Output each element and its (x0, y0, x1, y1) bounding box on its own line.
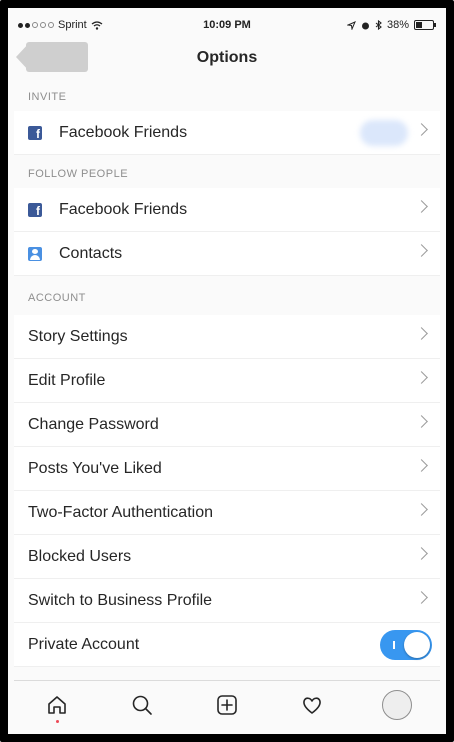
chevron-right-icon (415, 459, 428, 472)
row-label: Private Account (28, 635, 140, 653)
row-label: Two-Factor Authentication (28, 503, 213, 521)
row-label: Story Settings (28, 327, 128, 345)
battery-icon (414, 20, 436, 30)
active-indicator-dot (55, 719, 59, 723)
profile-avatar (382, 689, 413, 720)
row-label: Contacts (59, 244, 123, 262)
tab-search[interactable] (122, 685, 162, 725)
tab-activity[interactable] (292, 685, 332, 725)
blocked-users-row[interactable]: Blocked Users (14, 535, 440, 579)
chevron-right-icon (415, 244, 428, 257)
bottom-tab-bar (14, 680, 440, 728)
chevron-right-icon (415, 200, 428, 213)
row-label: Switch to Business Profile (28, 591, 213, 609)
bluetooth-icon (375, 20, 382, 30)
follow-contacts-row[interactable]: Contacts (14, 232, 440, 276)
row-label: Posts You've Liked (28, 459, 162, 477)
status-bar: Sprint 10:09 PM 38% (14, 14, 440, 36)
invite-facebook-friends-row[interactable]: f Facebook Friends (14, 111, 440, 155)
chevron-right-icon (415, 503, 428, 516)
row-label: Edit Profile (28, 371, 106, 389)
search-icon (132, 695, 152, 715)
private-account-toggle[interactable] (380, 630, 432, 660)
facebook-icon: f (28, 125, 42, 140)
follow-facebook-friends-row[interactable]: f Facebook Friends (14, 188, 440, 232)
chevron-right-icon (415, 327, 428, 340)
chevron-right-icon (415, 591, 428, 604)
status-right: 38% (346, 19, 436, 31)
section-header-follow-people: FOLLOW PEOPLE (14, 155, 440, 188)
row-label: Facebook Friends (59, 123, 188, 141)
blurred-badge (360, 120, 408, 146)
row-label: Change Password (28, 415, 159, 433)
edit-profile-row[interactable]: Edit Profile (14, 359, 440, 403)
location-icon (346, 20, 356, 30)
battery-percent: 38% (386, 19, 409, 31)
change-password-row[interactable]: Change Password (14, 403, 440, 447)
page-title: Options (196, 49, 258, 66)
tab-profile[interactable] (377, 685, 417, 725)
home-icon (47, 695, 66, 714)
device-frame: Sprint 10:09 PM 38% Options INVITE f Fac… (0, 0, 454, 742)
add-post-icon (217, 694, 237, 715)
posts-liked-row[interactable]: Posts You've Liked (14, 447, 440, 491)
facebook-icon: f (28, 202, 42, 217)
section-header-account: ACCOUNT (14, 276, 440, 315)
story-settings-row[interactable]: Story Settings (14, 315, 440, 359)
chevron-right-icon (415, 371, 428, 384)
tab-home[interactable] (37, 685, 77, 725)
contacts-icon (28, 246, 42, 261)
options-list: INVITE f Facebook Friends FOLLOW PEOPLE … (14, 78, 440, 667)
private-account-row: Private Account (14, 623, 440, 667)
switch-to-business-profile-row[interactable]: Switch to Business Profile (14, 579, 440, 623)
row-label: Facebook Friends (59, 200, 188, 218)
activity-heart-icon (303, 696, 322, 714)
alarm-icon (361, 22, 369, 29)
chevron-right-icon (415, 415, 428, 428)
tab-new-post[interactable] (207, 685, 247, 725)
chevron-right-icon (415, 547, 428, 560)
section-header-invite: INVITE (14, 78, 440, 111)
navigation-bar: Options (14, 36, 440, 79)
two-factor-authentication-row[interactable]: Two-Factor Authentication (14, 491, 440, 535)
screen: Sprint 10:09 PM 38% Options INVITE f Fac… (14, 14, 440, 728)
chevron-right-icon (415, 123, 428, 136)
row-label: Blocked Users (28, 547, 132, 565)
